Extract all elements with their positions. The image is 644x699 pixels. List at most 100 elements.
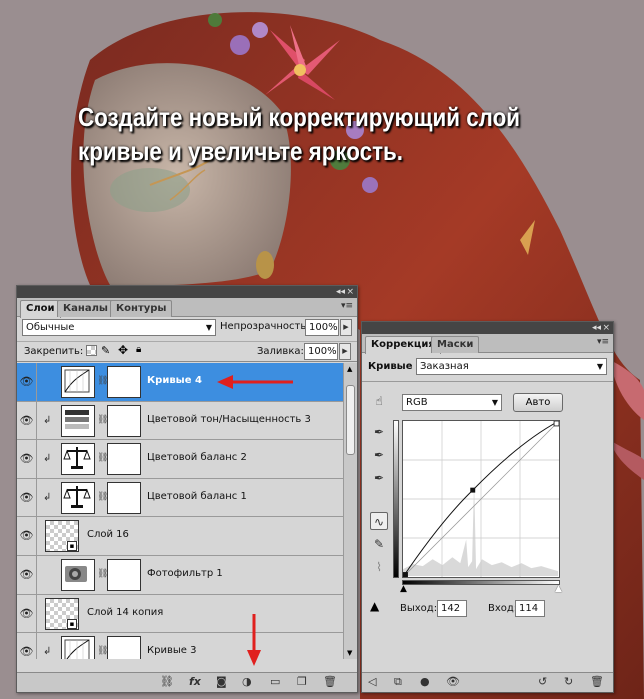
eye-icon[interactable]: 👁︎ [446, 675, 460, 688]
link-icon[interactable]: ⛓ [160, 675, 174, 688]
blend-mode-select[interactable]: Обычные ▼ [22, 319, 216, 336]
fill-slider-button[interactable]: ▶ [339, 343, 351, 360]
input-gradient-bar [402, 580, 560, 585]
visibility-eye-icon[interactable]: 👁︎ [17, 633, 37, 659]
layer-row[interactable]: 👁︎ ↲ ⛓ Цветовой баланс 2 [17, 440, 343, 479]
layer-row[interactable]: 👁︎ ↲ ⛓ Цветовой баланс 1 [17, 478, 343, 518]
scroll-thumb[interactable] [346, 385, 355, 455]
scroll-up-icon[interactable]: ▲ [347, 365, 352, 373]
tab-masks[interactable]: Маски [431, 336, 480, 353]
correction-bottom-bar: ◁ ⧉ ● 👁︎ ↺ ↻ 🗑︎ [362, 672, 613, 692]
layer-mask-thumbnail[interactable] [107, 558, 141, 591]
adjustment-icon[interactable]: ◑ [242, 675, 252, 688]
gray-point-eyedropper-icon[interactable]: ✒ [370, 446, 388, 464]
scroll-down-icon[interactable]: ▼ [347, 649, 352, 657]
opacity-slider-button[interactable]: ▶ [340, 319, 352, 336]
visibility-eye-icon[interactable]: 👁︎ [17, 594, 37, 633]
fill-input[interactable]: 100% [304, 343, 338, 360]
visibility-eye-icon[interactable]: 👁︎ [17, 440, 37, 478]
input-value: 114 [519, 603, 539, 614]
output-value: 142 [441, 603, 461, 614]
huesat-adjustment-icon[interactable] [61, 404, 95, 437]
layer-mask-thumbnail[interactable] [107, 481, 141, 514]
layer-mask-thumbnail[interactable] [107, 636, 141, 659]
curves-adjustment-icon[interactable] [61, 366, 95, 398]
balance-adjustment-icon[interactable] [61, 443, 95, 476]
lock-transparency-icon[interactable] [86, 345, 97, 356]
trash-icon[interactable]: 🗑︎ [590, 675, 604, 688]
layer-name[interactable]: Цветовой тон/Насыщенность 3 [147, 414, 311, 425]
tab-layers[interactable]: Слои [20, 300, 61, 318]
opacity-input[interactable]: 100% [305, 319, 339, 336]
close-panel-icon[interactable]: × [346, 287, 354, 297]
photofilter-adjustment-icon[interactable] [61, 558, 95, 591]
clipping-warning-icon[interactable]: ▲ [370, 599, 379, 613]
reset-icon[interactable]: ↻ [564, 675, 573, 688]
correction-titlebar[interactable]: ◂◂ × [362, 322, 613, 334]
adjustment-name: Кривые [368, 361, 413, 372]
curves-graph[interactable] [402, 420, 560, 578]
lock-paint-icon[interactable]: ✎ [101, 344, 110, 357]
smooth-icon[interactable]: ⌇ [370, 558, 388, 576]
clip-icon[interactable]: ● [420, 675, 430, 688]
layer-name[interactable]: Кривые 3 [147, 645, 196, 656]
auto-button[interactable]: Авто [513, 393, 563, 412]
black-point-eyedropper-icon[interactable]: ✒ [370, 423, 388, 441]
view-icon[interactable]: ⧉ [394, 675, 402, 689]
new-layer-icon[interactable]: ❐ [297, 675, 307, 688]
previous-state-icon[interactable]: ↺ [538, 675, 547, 688]
clipping-arrow-icon: ↲ [43, 646, 52, 658]
visibility-eye-icon[interactable]: 👁︎ [17, 555, 37, 594]
collapse-icon[interactable]: ◂◂ [592, 323, 601, 333]
layer-row[interactable]: 👁︎ ▪ Слой 14 копия [17, 594, 343, 634]
layer-name[interactable]: Кривые 4 [147, 375, 202, 386]
layer-mask-thumbnail[interactable] [107, 404, 141, 437]
trash-icon[interactable]: 🗑︎ [323, 675, 337, 688]
layer-name[interactable]: Цветовой баланс 2 [147, 452, 247, 463]
black-slider-icon[interactable]: ▲ [400, 584, 407, 594]
input-input[interactable]: 114 [515, 600, 545, 617]
layer-mask-thumbnail[interactable] [107, 443, 141, 476]
layer-name[interactable]: Слой 16 [87, 529, 129, 540]
curve-edit-icon[interactable]: ∿ [370, 512, 388, 530]
collapse-icon[interactable]: ◂◂ [336, 287, 345, 297]
back-arrow-icon[interactable]: ◁ [368, 675, 376, 688]
layers-scrollbar[interactable]: ▲ ▼ [343, 363, 357, 659]
visibility-eye-icon[interactable]: 👁︎ [17, 478, 37, 517]
layer-name[interactable]: Слой 14 копия [87, 607, 163, 618]
white-point-eyedropper-icon[interactable]: ✒ [370, 469, 388, 487]
layer-name[interactable]: Фотофильтр 1 [147, 568, 223, 579]
pencil-icon[interactable]: ✎ [370, 535, 388, 553]
on-image-adjust-icon[interactable]: ☝ [370, 392, 388, 410]
opacity-value: 100% [309, 322, 338, 333]
curve-control-point [470, 487, 476, 493]
layer-row[interactable]: 👁︎ ⛓ Фотофильтр 1 [17, 555, 343, 595]
layer-mask-thumbnail[interactable] [107, 366, 141, 398]
layer-row[interactable]: 👁︎ ↲ ⛓ Цветовой тон/Насыщенность 3 [17, 401, 343, 441]
lock-all-icon[interactable]: 🔒︎ [136, 344, 141, 355]
preset-select[interactable]: Заказная ▼ [416, 358, 607, 375]
output-input[interactable]: 142 [437, 600, 467, 617]
close-panel-icon[interactable]: × [602, 323, 610, 333]
tab-paths[interactable]: Контуры [110, 300, 173, 317]
visibility-eye-icon[interactable]: 👁︎ [17, 517, 37, 555]
visibility-eye-icon[interactable]: 👁︎ [17, 363, 37, 401]
visibility-eye-icon[interactable]: 👁︎ [17, 401, 37, 440]
layer-row[interactable]: 👁︎ ↲ ⛓ Кривые 3 [17, 633, 343, 659]
layer-row[interactable]: 👁︎ ⛓ Кривые 4 [17, 363, 343, 402]
tab-channels[interactable]: Каналы [57, 300, 114, 317]
curves-adjustment-icon[interactable] [61, 636, 95, 659]
lock-move-icon[interactable]: ✥ [118, 343, 128, 357]
layer-name[interactable]: Цветовой баланс 1 [147, 491, 247, 502]
layer-row[interactable]: 👁︎ ▪ Слой 16 [17, 517, 343, 556]
white-slider-icon[interactable]: ▲ [555, 584, 562, 594]
channel-select[interactable]: RGB ▼ [402, 394, 502, 411]
mask-icon[interactable]: ◙ [216, 675, 227, 688]
layers-titlebar[interactable]: ◂◂ × [17, 286, 357, 298]
panel-menu-icon[interactable]: ▾≡ [597, 337, 609, 347]
fx-icon[interactable]: fx [189, 675, 201, 688]
balance-adjustment-icon[interactable] [61, 481, 95, 514]
folder-icon[interactable]: ▭ [270, 675, 280, 688]
tab-correction[interactable]: Коррекция [365, 336, 441, 354]
panel-menu-icon[interactable]: ▾≡ [341, 301, 353, 311]
